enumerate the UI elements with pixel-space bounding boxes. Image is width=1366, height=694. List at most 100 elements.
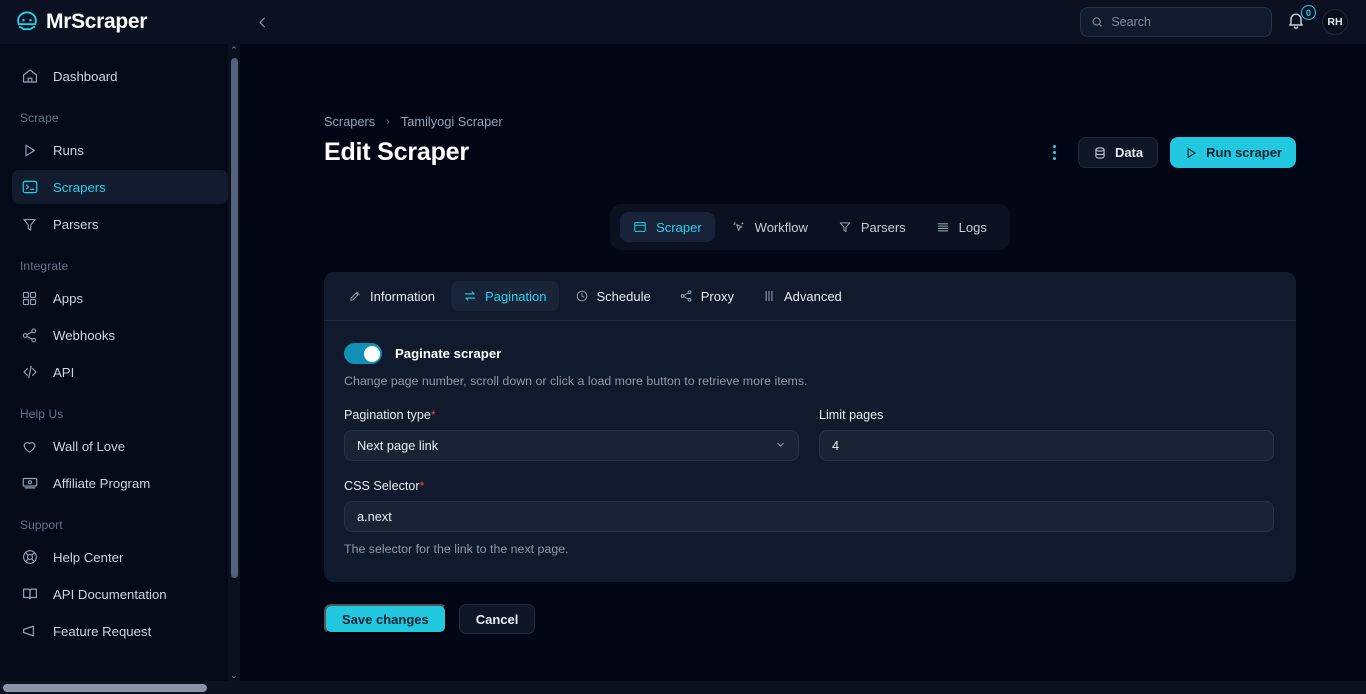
form-row-1: Pagination type* Next page link Limit pa…	[344, 408, 1274, 461]
sidebar-section-help-us: Help Us	[20, 407, 64, 421]
megaphone-icon	[20, 622, 39, 641]
horizontal-scrollbar-thumb[interactable]	[3, 683, 207, 692]
main-tabs-container: Scraper Workflow Parsers Logs	[324, 204, 1296, 250]
sidebar-item-api-documentation[interactable]: API Documentation	[12, 577, 228, 611]
required-mark: *	[430, 408, 436, 422]
tab-label: Parsers	[860, 219, 906, 235]
paginate-scraper-label: Paginate scraper	[395, 346, 502, 361]
limit-pages-input[interactable]	[819, 430, 1274, 461]
page-header: Edit Scraper Data Run scraper	[324, 137, 1296, 168]
tab-logs[interactable]: Logs	[923, 212, 1000, 242]
share-icon	[20, 326, 39, 345]
run-scraper-label: Run scraper	[1206, 145, 1282, 160]
css-selector-help: The selector for the link to the next pa…	[344, 542, 569, 556]
sidebar-item-dashboard[interactable]: Dashboard	[12, 59, 228, 93]
sidebar-section-integrate: Integrate	[20, 259, 69, 273]
clock-icon	[575, 289, 589, 303]
sidebar-item-affiliate-program[interactable]: Affiliate Program	[12, 466, 228, 500]
top-bar-actions: 0 RH	[1080, 5, 1366, 37]
tab-workflow[interactable]: Workflow	[719, 212, 821, 242]
pagination-type-value: Next page link	[357, 438, 439, 453]
sidebar-item-label: Dashboard	[53, 68, 118, 84]
sidebar-item-label: Wall of Love	[53, 438, 126, 454]
terminal-icon	[20, 178, 39, 197]
chevron-down-icon	[775, 439, 786, 453]
sidebar-scrollbar-thumb[interactable]	[230, 58, 238, 578]
brand-logo[interactable]: MrScraper	[0, 0, 248, 44]
sidebar-item-scrapers[interactable]: Scrapers	[12, 170, 228, 204]
sidebar-item-apps[interactable]: Apps	[12, 281, 228, 315]
cancel-button[interactable]: Cancel	[458, 604, 536, 634]
sidebar-item-label: Webhooks	[53, 327, 116, 343]
pagination-type-select[interactable]: Next page link	[344, 430, 799, 461]
card-tab-label: Information	[370, 288, 436, 304]
paginate-scraper-hint: Change page number, scroll down or click…	[344, 374, 808, 388]
sidebar-item-wall-of-love[interactable]: Wall of Love	[12, 429, 228, 463]
grid-icon	[20, 289, 39, 308]
sidebar-section-scrape: Scrape	[20, 111, 59, 125]
tab-label: Logs	[958, 219, 987, 235]
horizontal-scrollbar[interactable]	[0, 681, 1366, 694]
card-tab-advanced[interactable]: Advanced	[750, 281, 854, 311]
breadcrumb-current[interactable]: Tamilyogi Scraper	[401, 114, 503, 129]
breadcrumb-root[interactable]: Scrapers	[324, 114, 375, 129]
play-icon	[1187, 147, 1196, 158]
sidebar-item-api[interactable]: API	[12, 355, 228, 389]
main-tabs: Scraper Workflow Parsers Logs	[610, 204, 1010, 250]
sidebar-item-label: Affiliate Program	[53, 475, 151, 491]
mrscraper-mask-logo-icon	[17, 11, 37, 31]
tab-scraper[interactable]: Scraper	[620, 212, 715, 242]
sidebar-item-webhooks[interactable]: Webhooks	[12, 318, 228, 352]
sidebar-item-help-center[interactable]: Help Center	[12, 540, 228, 574]
sidebar-item-label: Parsers	[53, 216, 99, 232]
css-selector-label: CSS Selector*	[344, 479, 1274, 493]
sidebar-collapse-button[interactable]	[248, 8, 276, 36]
notification-count-badge: 0	[1301, 5, 1316, 20]
css-selector-input[interactable]	[344, 501, 1274, 532]
card-tab-pagination[interactable]: Pagination	[451, 281, 559, 311]
pagination-type-label: Pagination type*	[344, 408, 799, 422]
share-icon	[679, 289, 693, 303]
more-vertical-icon[interactable]	[1044, 140, 1066, 166]
sliders-icon	[762, 289, 776, 303]
search-input[interactable]	[1111, 15, 1261, 29]
card-tabs: Information Pagination Schedule Proxy Ad…	[324, 272, 1296, 321]
css-selector-label-text: CSS Selector	[344, 479, 420, 493]
sidebar-section-support: Support	[20, 518, 63, 532]
window-icon	[633, 220, 648, 235]
notifications-button[interactable]: 0	[1286, 5, 1316, 34]
save-changes-button[interactable]: Save changes	[324, 604, 447, 634]
scroll-down-arrow-icon[interactable]: ⌄	[230, 669, 238, 681]
card-tab-label: Proxy	[700, 288, 734, 304]
avatar[interactable]: RH	[1322, 9, 1348, 35]
data-button-label: Data	[1114, 145, 1144, 160]
top-bar: MrScraper 0 RH	[0, 0, 1366, 44]
tab-label: Workflow	[754, 219, 808, 235]
data-button[interactable]: Data	[1077, 137, 1159, 168]
sidebar-item-label: API Documentation	[53, 586, 167, 602]
card-tab-schedule[interactable]: Schedule	[563, 281, 663, 311]
database-icon	[1095, 146, 1105, 159]
filter-icon	[20, 215, 39, 234]
tab-parsers[interactable]: Parsers	[825, 212, 919, 242]
card-tab-information[interactable]: Information	[336, 281, 447, 311]
pagination-type-field: Pagination type* Next page link	[344, 408, 799, 461]
sidebar-scrollbar[interactable]: ⌃ ⌄	[228, 44, 240, 681]
run-scraper-button[interactable]: Run scraper	[1170, 137, 1296, 168]
card-tab-label: Advanced	[783, 288, 842, 304]
sidebar-item-parsers[interactable]: Parsers	[12, 207, 228, 241]
form-footer: Save changes Cancel	[324, 604, 1296, 634]
css-selector-field: CSS Selector* The selector for the link …	[344, 479, 1274, 556]
pencil-square-icon	[348, 289, 362, 303]
breadcrumb-separator-icon: ›	[386, 115, 390, 128]
paginate-scraper-toggle[interactable]	[344, 343, 382, 364]
card-tab-proxy[interactable]: Proxy	[667, 281, 746, 311]
scroll-up-arrow-icon[interactable]: ⌃	[230, 44, 238, 56]
cursor-sparkle-icon	[732, 220, 747, 235]
search-box[interactable]	[1080, 7, 1272, 37]
page-title: Edit Scraper	[324, 138, 469, 166]
sidebar-item-runs[interactable]: Runs	[12, 133, 228, 167]
sidebar-item-feature-request[interactable]: Feature Request	[12, 614, 228, 648]
sidebar-item-label: Scrapers	[53, 179, 106, 195]
paginate-toggle-row: Paginate scraper	[344, 343, 1274, 364]
